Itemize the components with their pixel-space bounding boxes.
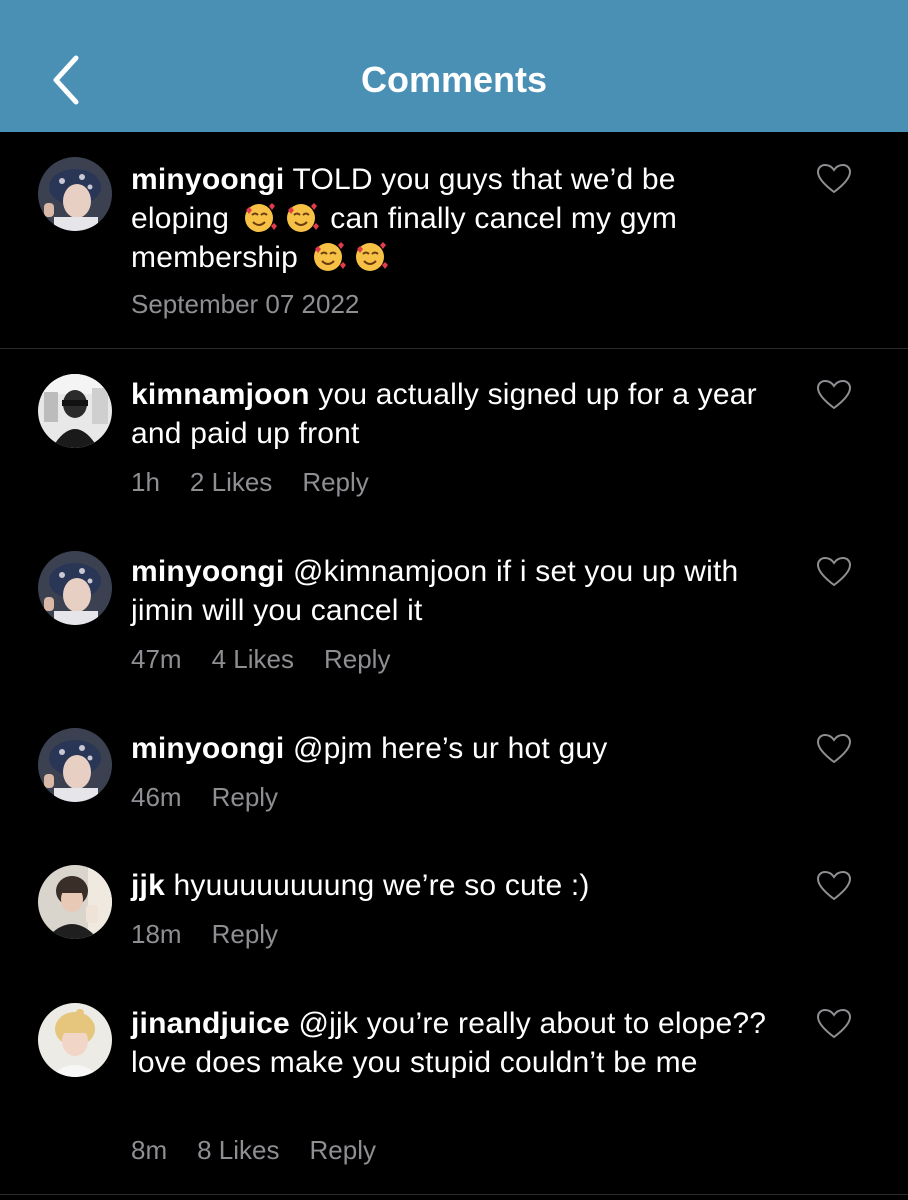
reply-button[interactable]: Reply	[324, 644, 390, 674]
avatar[interactable]	[38, 728, 112, 802]
avatar[interactable]	[38, 551, 112, 625]
caption-text: minyoongi TOLD you guys that we’d be elo…	[131, 160, 771, 277]
avatar-photo	[38, 157, 112, 231]
comment-time: 18m	[131, 919, 182, 949]
heart-icon[interactable]	[817, 380, 851, 410]
likes-count[interactable]: 4 Likes	[212, 644, 294, 674]
username[interactable]: minyoongi	[131, 163, 284, 196]
smiling-face-with-hearts-icon	[355, 242, 388, 271]
avatar[interactable]	[38, 1003, 112, 1077]
comment-time: 8m	[131, 1135, 168, 1165]
smiling-face-with-hearts-icon	[313, 242, 346, 271]
comment-time: 47m	[131, 644, 182, 674]
heart-icon[interactable]	[817, 557, 851, 587]
heart-icon[interactable]	[817, 164, 851, 194]
comment-text: minyoongi @kimnamjoon if i set you up wi…	[131, 552, 771, 630]
heart-icon[interactable]	[817, 1009, 851, 1039]
comment-text: jjk hyuuuuuuuung we’re so cute :)	[131, 866, 771, 905]
divider	[0, 1194, 908, 1195]
comment-text: jinandjuice @jjk you’re really about to …	[131, 1004, 771, 1082]
reply-button[interactable]: Reply	[212, 919, 278, 949]
comment-meta: 1h 2 Likes Reply	[131, 466, 399, 498]
comment-meta: 18m Reply	[131, 918, 308, 950]
divider	[0, 348, 908, 349]
reply-button[interactable]: Reply	[310, 1135, 376, 1165]
caption-meta: September 07 2022	[131, 288, 389, 320]
avatar-photo	[38, 865, 112, 939]
comment-body: hyuuuuuuuung we’re so cute :)	[173, 869, 590, 902]
avatar-photo	[38, 728, 112, 802]
username[interactable]: jinandjuice	[131, 1007, 290, 1040]
comment-text: kimnamjoon you actually signed up for a …	[131, 375, 771, 453]
avatar[interactable]	[38, 157, 112, 231]
reply-button[interactable]: Reply	[212, 782, 278, 812]
avatar[interactable]	[38, 374, 112, 448]
avatar-photo	[38, 1003, 112, 1077]
avatar-photo	[38, 374, 112, 448]
likes-count[interactable]: 8 Likes	[197, 1135, 279, 1165]
reply-button[interactable]: Reply	[302, 467, 368, 497]
heart-icon[interactable]	[817, 871, 851, 901]
username[interactable]: minyoongi	[131, 732, 284, 765]
comment-time: 46m	[131, 782, 182, 812]
comment-meta: 47m 4 Likes Reply	[131, 643, 420, 675]
username[interactable]: jjk	[131, 869, 165, 902]
smiling-face-with-hearts-icon	[286, 203, 319, 232]
caption-date: September 07 2022	[131, 289, 360, 319]
comment-meta: 46m Reply	[131, 781, 308, 813]
comment-text: minyoongi @pjm here’s ur hot guy	[131, 729, 771, 768]
page-title: Comments	[360, 59, 548, 100]
heart-icon[interactable]	[817, 734, 851, 764]
username[interactable]: kimnamjoon	[131, 378, 310, 411]
avatar[interactable]	[38, 865, 112, 939]
username[interactable]: minyoongi	[131, 555, 284, 588]
avatar-photo	[38, 551, 112, 625]
top-bar: Comments	[0, 0, 908, 132]
comment-time: 1h	[131, 467, 160, 497]
comment-meta: 8m 8 Likes Reply	[131, 1134, 406, 1166]
smiling-face-with-hearts-icon	[244, 203, 277, 232]
likes-count[interactable]: 2 Likes	[190, 467, 272, 497]
comment-body: @pjm here’s ur hot guy	[293, 732, 608, 765]
